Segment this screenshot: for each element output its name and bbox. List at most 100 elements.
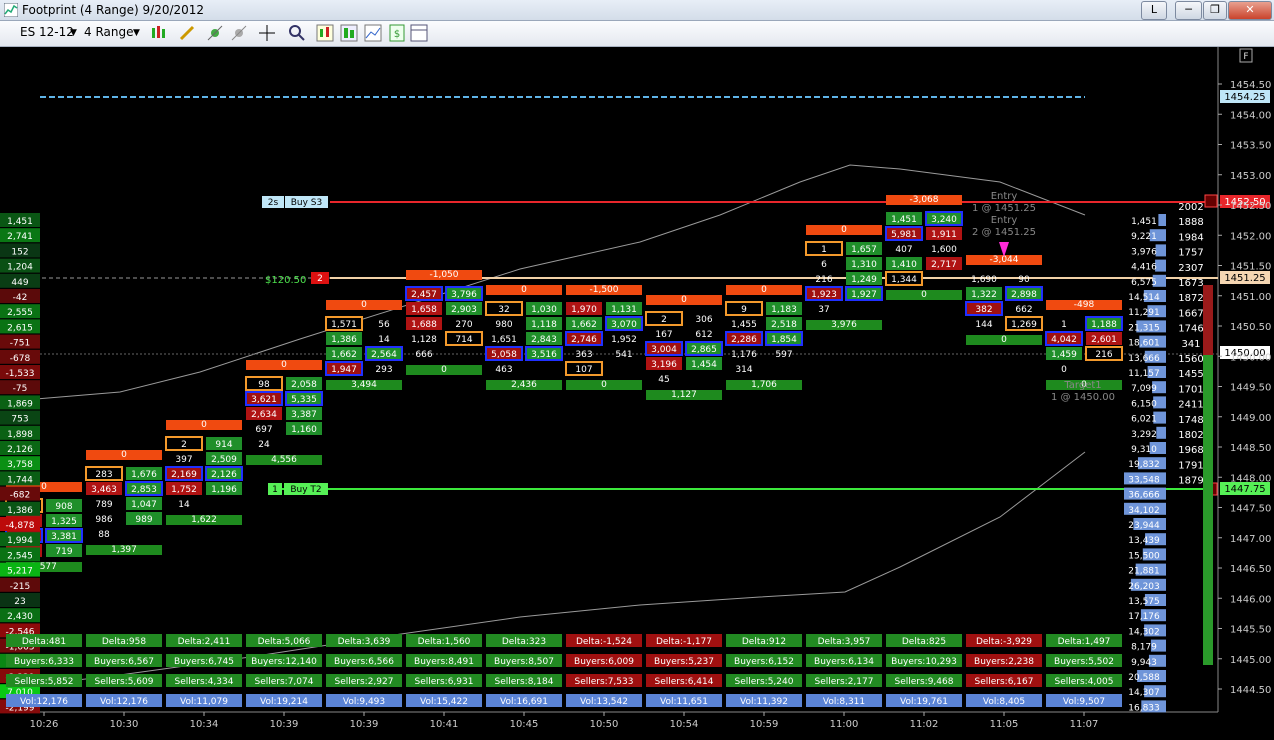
- left-delta-value: 449: [11, 278, 28, 288]
- footprint-cell-value: 1,410: [891, 260, 917, 270]
- footprint-cell-value: 1,310: [851, 260, 877, 270]
- summary-delta-cell: Delta:-3,929: [976, 637, 1032, 647]
- right-profile-value: 2411: [1178, 400, 1203, 411]
- summary-buyers-cell: Buyers:10,293: [891, 657, 957, 667]
- footprint-cell-value: 1,970: [571, 305, 597, 315]
- summary-volume-cell: Vol:19,761: [900, 697, 948, 707]
- instrument-selector[interactable]: ES 12-12: [20, 25, 74, 39]
- drawing-tool-icon[interactable]: [178, 24, 196, 42]
- summary-sellers-cell: Sellers:6,414: [655, 677, 714, 687]
- time-tick-label: 10:45: [510, 719, 539, 730]
- time-tick-label: 11:05: [990, 719, 1019, 730]
- bar-volume-label: 0: [601, 380, 607, 390]
- price-tick-label: 1447.00: [1230, 534, 1271, 545]
- footprint-cell-value: 597: [775, 350, 792, 360]
- minimize-button[interactable]: ─: [1175, 1, 1202, 20]
- right-volume-value: 20,588: [1128, 673, 1160, 683]
- right-volume-value: 6,150: [1131, 399, 1157, 409]
- right-profile-value: 1872: [1178, 293, 1203, 304]
- footprint-cell-value: 5,335: [291, 395, 317, 405]
- zoom-icon[interactable]: [288, 24, 306, 42]
- summary-sellers-cell: Sellers:5,852: [15, 677, 74, 687]
- footprint-cell-value: 1,927: [851, 290, 877, 300]
- chart-properties-icon[interactable]: [364, 24, 382, 42]
- footprint-cell-value: 6: [821, 260, 827, 270]
- data-box-icon[interactable]: [340, 24, 358, 42]
- right-volume-bar: [1158, 214, 1166, 226]
- footprint-cell-value: 1,030: [531, 305, 557, 315]
- price-tick-label: 1448.50: [1230, 443, 1271, 454]
- footprint-cell-value: 56: [378, 320, 390, 330]
- close-button[interactable]: ✕: [1228, 1, 1272, 20]
- summary-volume-cell: Vol:8,405: [983, 697, 1025, 707]
- summary-delta-cell: Delta:3,639: [338, 637, 391, 647]
- footprint-cell-value: 0: [1061, 365, 1067, 375]
- footprint-cell-value: 2,903: [451, 305, 477, 315]
- footprint-cell-value: 612: [695, 330, 712, 340]
- footprint-cell-value: 1,690: [971, 275, 997, 285]
- price-tick-label: 1450.00: [1230, 352, 1271, 363]
- summary-sellers-cell: Sellers:5,240: [735, 677, 794, 687]
- summary-delta-cell: Delta:-1,177: [656, 637, 712, 647]
- buy-s3-qty: 2s: [268, 198, 279, 208]
- footprint-cell-value: 2,286: [731, 335, 757, 345]
- right-volume-value: 3,976: [1131, 247, 1157, 257]
- indicator-icon[interactable]: [206, 24, 224, 42]
- entry1-label: Entry: [991, 191, 1018, 202]
- footprint-chart[interactable]: F 1454.252s Buy S3 1452.50$120.50 2 1451.251…: [0, 47, 1274, 740]
- price-tick-label: 1450.50: [1230, 322, 1271, 333]
- summary-delta-cell: Delta:2,411: [178, 637, 231, 647]
- target-detail: 1 @ 1450.00: [1051, 392, 1115, 403]
- crosshair-icon[interactable]: [258, 24, 276, 42]
- right-volume-value: 9,310: [1131, 445, 1157, 455]
- right-profile-value: 1879: [1178, 476, 1203, 487]
- footprint-cell-value: 463: [495, 365, 512, 375]
- summary-delta-cell: Delta:1,497: [1058, 637, 1111, 647]
- period-selector[interactable]: 4 Range: [84, 25, 133, 39]
- buy-s3-cancel-icon[interactable]: [1204, 194, 1218, 208]
- summary-sellers-cell: Sellers:2,927: [335, 677, 394, 687]
- footprint-cell-value: 914: [215, 440, 232, 450]
- right-volume-value: 19,832: [1128, 460, 1160, 470]
- right-volume-value: 16,833: [1128, 703, 1160, 713]
- footprint-cell-value: 986: [95, 515, 112, 525]
- price-tick-label: 1453.00: [1230, 171, 1271, 182]
- footprint-cell-value: 5,981: [891, 230, 917, 240]
- right-profile-value: 2002: [1178, 202, 1203, 213]
- summary-volume-cell: Vol:13,542: [580, 697, 628, 707]
- panel-icon[interactable]: [410, 24, 428, 42]
- right-volume-value: 7,099: [1131, 384, 1157, 394]
- footprint-cell-value: 719: [55, 547, 72, 557]
- footprint-cell-value: 1,386: [331, 335, 357, 345]
- chart-trader-icon[interactable]: [316, 24, 334, 42]
- instrument-dropdown-icon[interactable]: ▼: [70, 28, 77, 38]
- right-volume-value: 21,881: [1128, 567, 1160, 577]
- summary-buyers-cell: Buyers:12,140: [251, 657, 317, 667]
- price-tick-label: 1454.50: [1230, 80, 1271, 91]
- money-icon[interactable]: $: [388, 24, 406, 42]
- target-label: Target1: [1063, 380, 1101, 391]
- footprint-cell-value: 167: [655, 330, 672, 340]
- price-tick-label: 1445.00: [1230, 655, 1271, 666]
- summary-sellers-cell: Sellers:6,167: [975, 677, 1034, 687]
- right-profile-value: 1673: [1178, 278, 1203, 289]
- summary-buyers-cell: Buyers:6,333: [14, 657, 74, 667]
- time-tick-label: 11:00: [830, 719, 859, 730]
- footprint-cell-value: 1,657: [851, 245, 877, 255]
- bar-top-label: -1,050: [429, 270, 458, 280]
- right-volume-value: 11,291: [1128, 308, 1160, 318]
- link-button[interactable]: L: [1141, 1, 1167, 20]
- restore-button[interactable]: ❐: [1203, 1, 1227, 20]
- strategy-icon[interactable]: [230, 24, 248, 42]
- footprint-cell-value: 908: [55, 502, 72, 512]
- footprint-cell-value: 1,183: [771, 305, 797, 315]
- left-delta-value: -215: [10, 582, 30, 592]
- period-dropdown-icon[interactable]: ▼: [133, 28, 140, 38]
- right-volume-value: 6,021: [1131, 415, 1157, 425]
- right-volume-bar: [1155, 244, 1166, 257]
- bar-style-icon[interactable]: [150, 24, 168, 42]
- right-profile-value: 1888: [1178, 217, 1203, 228]
- time-tick-label: 10:39: [270, 719, 299, 730]
- price-tick-label: 1454.00: [1230, 110, 1271, 121]
- price-tick-label: 1449.00: [1230, 413, 1271, 424]
